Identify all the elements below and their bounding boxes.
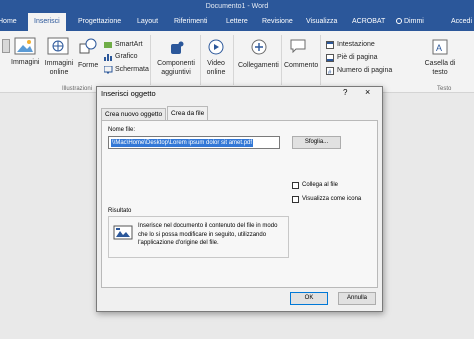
tell-me-label: Dimmi	[404, 18, 424, 25]
links-label[interactable]: Collegamenti	[238, 62, 279, 69]
online-pictures-label-1: Immagini	[44, 60, 74, 67]
insert-object-dialog: Inserisci oggetto ? × Crea nuovo oggetto…	[96, 86, 383, 312]
comment-icon[interactable]	[290, 39, 306, 53]
shapes-label[interactable]: Forme	[78, 62, 98, 69]
result-description: Inserisce nel documento il contenuto del…	[138, 223, 278, 246]
online-video-icon[interactable]	[208, 39, 224, 55]
illustrations-group-label: Illustrazioni	[62, 86, 93, 92]
tab-lettere[interactable]: Lettere	[226, 13, 248, 31]
close-button[interactable]: ×	[365, 87, 370, 97]
title-bar: Documento1 - Word	[0, 0, 474, 13]
ribbon-tab-bar: Home Inserisci Progettazione Layout Rife…	[0, 13, 474, 31]
tab-home[interactable]: Home	[0, 13, 17, 31]
ribbon-separator	[150, 35, 151, 85]
result-label: Risultato	[108, 208, 132, 214]
ribbon-separator	[233, 35, 234, 85]
result-object-icon	[113, 225, 133, 240]
tab-visualizza[interactable]: Visualizza	[306, 13, 337, 31]
footer-label[interactable]: Piè di pagina	[337, 54, 377, 61]
file-name-input[interactable]: \\Mac\Home\Desktop\Lorem ipsum dolor sit…	[108, 136, 280, 149]
online-video-label[interactable]: Video online	[202, 59, 230, 77]
ribbon-separator	[200, 35, 201, 85]
tab-revisione[interactable]: Revisione	[262, 13, 293, 31]
link-to-file-label[interactable]: Collega al file	[302, 182, 338, 188]
comment-label[interactable]: Commento	[284, 62, 318, 69]
tab-progettazione[interactable]: Progettazione	[78, 13, 121, 31]
link-to-file-checkbox[interactable]	[292, 182, 299, 189]
text-box-label-1: Casella di	[424, 60, 456, 67]
chart-label[interactable]: Grafico	[115, 53, 138, 60]
pictures-label[interactable]: Immagini	[11, 59, 39, 66]
online-pictures-icon[interactable]	[47, 37, 69, 55]
help-button[interactable]: ?	[343, 88, 347, 97]
header-icon[interactable]	[326, 41, 334, 49]
file-name-label: Nome file:	[108, 127, 136, 133]
chart-icon[interactable]	[104, 53, 113, 61]
tab-create-new[interactable]: Crea nuovo oggetto	[101, 108, 167, 120]
addins-label[interactable]: Componenti aggiuntivi	[155, 59, 197, 77]
word-window: Documento1 - Word Home Inserisci Progett…	[0, 0, 474, 339]
lightbulb-icon	[396, 18, 402, 24]
browse-button[interactable]: Sfoglia...	[292, 136, 341, 149]
page-number-icon[interactable]: #	[326, 67, 334, 75]
addins-icon[interactable]	[168, 41, 184, 55]
footer-icon[interactable]	[326, 54, 334, 62]
tab-acrobat[interactable]: ACROBAT	[352, 13, 385, 31]
ok-button[interactable]: OK	[290, 292, 328, 305]
online-pictures-label[interactable]: Immagini online	[44, 59, 74, 77]
svg-text:A: A	[436, 43, 442, 53]
ribbon-separator	[281, 35, 282, 85]
tab-riferimenti[interactable]: Riferimenti	[174, 13, 207, 31]
text-box-label-2: testo	[432, 69, 448, 76]
links-icon[interactable]	[250, 39, 268, 55]
display-as-icon-label[interactable]: Visualizza come icona	[302, 196, 361, 202]
addins-label-2: aggiuntivi	[161, 69, 191, 76]
ribbon-separator	[320, 35, 321, 85]
dialog-panel: Nome file: \\Mac\Home\Desktop\Lorem ipsu…	[101, 120, 378, 288]
tab-create-from-file[interactable]: Crea da file	[167, 106, 209, 120]
result-box: Inserisce nel documento il contenuto del…	[108, 216, 289, 258]
shapes-icon[interactable]	[79, 38, 97, 54]
text-box-label[interactable]: Casella di testo	[419, 59, 461, 77]
cancel-button[interactable]: Annulla	[338, 292, 376, 305]
tab-inserisci[interactable]: Inserisci	[28, 13, 66, 31]
text-box-icon[interactable]: A	[432, 39, 448, 55]
dialog-title: Inserisci oggetto	[101, 89, 156, 98]
tab-layout[interactable]: Layout	[137, 13, 158, 31]
screenshot-icon[interactable]	[104, 66, 113, 74]
online-video-label-2: online	[206, 69, 226, 76]
display-as-icon-checkbox[interactable]	[292, 196, 299, 203]
online-video-label-1: Video	[207, 60, 225, 67]
tell-me-box[interactable]: Dimmi	[396, 13, 424, 31]
partial-icon	[2, 39, 10, 53]
file-name-value: \\Mac\Home\Desktop\Lorem ipsum dolor sit…	[111, 139, 254, 147]
screenshot-label[interactable]: Schermata	[115, 66, 149, 73]
header-label[interactable]: Intestazione	[337, 41, 375, 48]
pictures-icon[interactable]	[14, 37, 36, 55]
online-pictures-label-2: online	[49, 69, 69, 76]
ribbon: Immagini Immagini online Forme SmartArt …	[0, 31, 474, 93]
text-group-label: Testo	[437, 86, 452, 92]
smartart-label[interactable]: SmartArt	[115, 41, 143, 48]
page-number-label[interactable]: Numero di pagina	[337, 67, 392, 74]
smartart-icon[interactable]	[104, 41, 113, 49]
addins-label-1: Componenti	[157, 60, 195, 67]
window-title: Documento1 - Word	[205, 3, 269, 10]
sign-in-link[interactable]: Accedi	[451, 13, 472, 31]
